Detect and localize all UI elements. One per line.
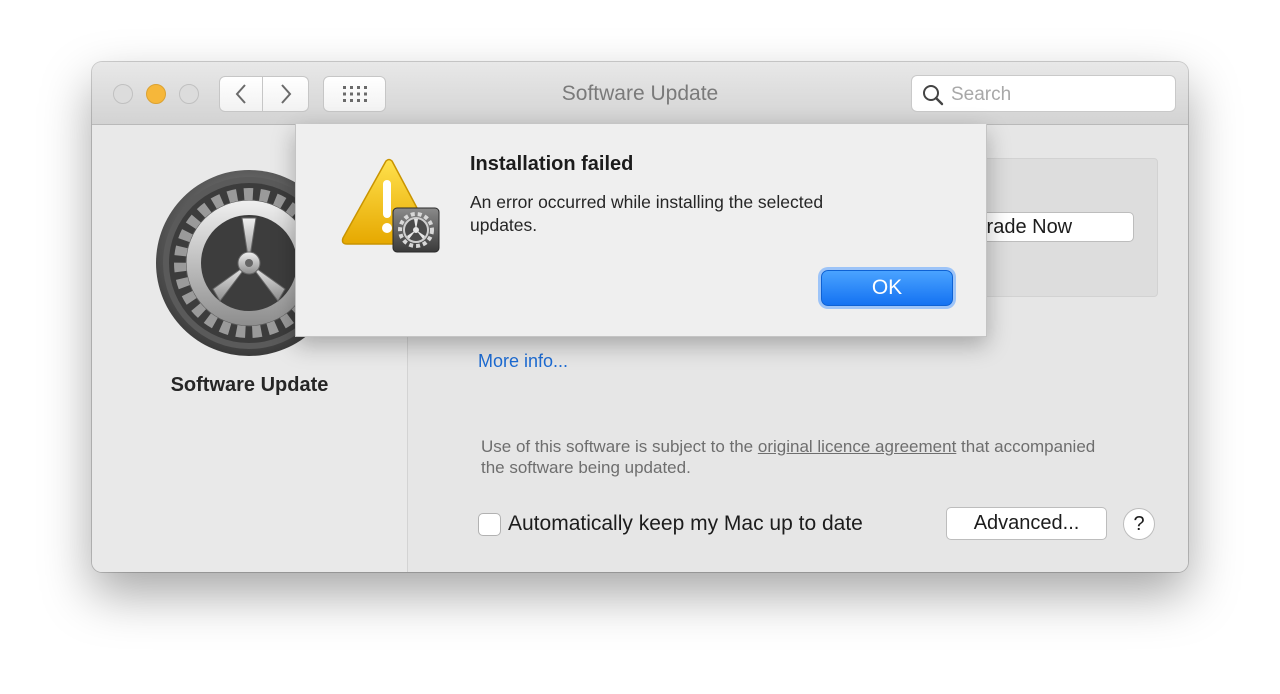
ok-button[interactable]: OK [821, 270, 953, 306]
warning-icon [341, 158, 440, 253]
search-field[interactable]: Search [911, 75, 1176, 112]
alert-dialog: Installation failed An error occurred wh… [295, 124, 987, 337]
auto-update-label[interactable]: Automatically keep my Mac up to date [508, 512, 863, 536]
dialog-title: Installation failed [470, 153, 634, 175]
sidebar-title: Software Update [170, 374, 329, 396]
search-placeholder: Search [951, 84, 1012, 105]
titlebar: Software Update Search [92, 62, 1188, 125]
advanced-button[interactable]: Advanced... [946, 507, 1107, 540]
search-icon [923, 85, 944, 106]
licence-prefix: Use of this software is subject to the [481, 437, 758, 456]
dialog-message: An error occurred while installing the s… [470, 192, 824, 235]
licence-agreement-link[interactable]: original licence agreement [758, 437, 956, 456]
more-info-link[interactable]: More info... [478, 351, 568, 372]
gear-badge-icon [392, 207, 440, 253]
auto-update-checkbox[interactable] [478, 513, 501, 536]
help-button[interactable]: ? [1123, 508, 1155, 540]
licence-text: Use of this software is subject to the o… [481, 436, 1121, 478]
